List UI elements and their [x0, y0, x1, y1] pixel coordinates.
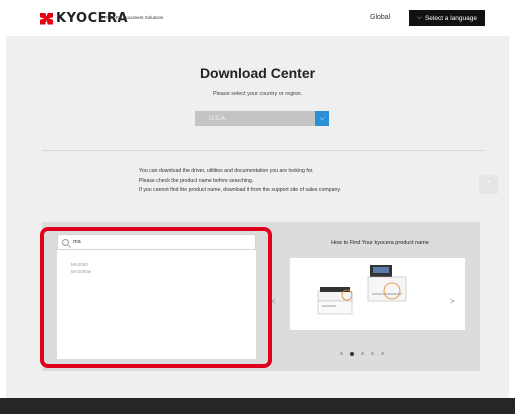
search-result-item[interactable]: MA2000w	[71, 269, 91, 274]
carousel-dot[interactable]	[361, 352, 364, 355]
search-result-item[interactable]: MA2000	[71, 262, 88, 267]
product-search-input[interactable]: ma	[57, 234, 256, 250]
divider	[42, 150, 485, 151]
info-text: You can download the driver, utilities a…	[139, 167, 341, 196]
search-results-list	[57, 234, 256, 359]
search-icon	[62, 238, 69, 246]
search-input-value: ma	[73, 239, 81, 245]
carousel-dot[interactable]	[340, 352, 343, 355]
select-language-button[interactable]: ⌵ Select a language	[409, 10, 485, 26]
page: KYOCERA KYOCERA Document Solutions Globa…	[0, 0, 515, 414]
country-select-value: U.S.A.	[209, 115, 227, 122]
info-line: You can download the driver, utilities a…	[139, 168, 314, 174]
carousel-indicators	[340, 351, 384, 356]
carousel-title: How to Find Your kyocera product name	[331, 240, 429, 246]
carousel-dot[interactable]	[371, 352, 374, 355]
global-link[interactable]: Global	[370, 14, 390, 21]
country-select[interactable]: U.S.A. ⌵	[195, 111, 329, 126]
chevron-down-icon[interactable]: ⌵	[315, 111, 329, 126]
logo-subtitle: KYOCERA Document Solutions	[100, 15, 164, 20]
site-footer	[0, 398, 515, 414]
info-line: If you cannot find the product name, dow…	[139, 187, 342, 193]
page-title: Download Center	[199, 65, 316, 81]
site-header: KYOCERA KYOCERA Document Solutions Globa…	[0, 0, 515, 36]
carousel-prev-button[interactable]: <	[271, 297, 276, 306]
info-line: Please check the product name before sea…	[139, 177, 254, 184]
chevron-down-icon: ⌵	[417, 14, 422, 21]
chevron-up-icon: ⌃	[484, 179, 493, 189]
kyocera-logo-icon	[40, 13, 53, 25]
carousel-dot[interactable]	[381, 352, 384, 355]
printer-image	[317, 287, 353, 315]
printer-image	[367, 265, 407, 302]
page-subtitle: Please select your country or region.	[212, 91, 303, 97]
carousel-dot-active[interactable]	[350, 351, 354, 356]
carousel-next-button[interactable]: >	[450, 297, 455, 306]
scroll-to-top-button[interactable]: ⌃	[479, 175, 498, 194]
language-button-label: Select a language	[424, 14, 477, 22]
